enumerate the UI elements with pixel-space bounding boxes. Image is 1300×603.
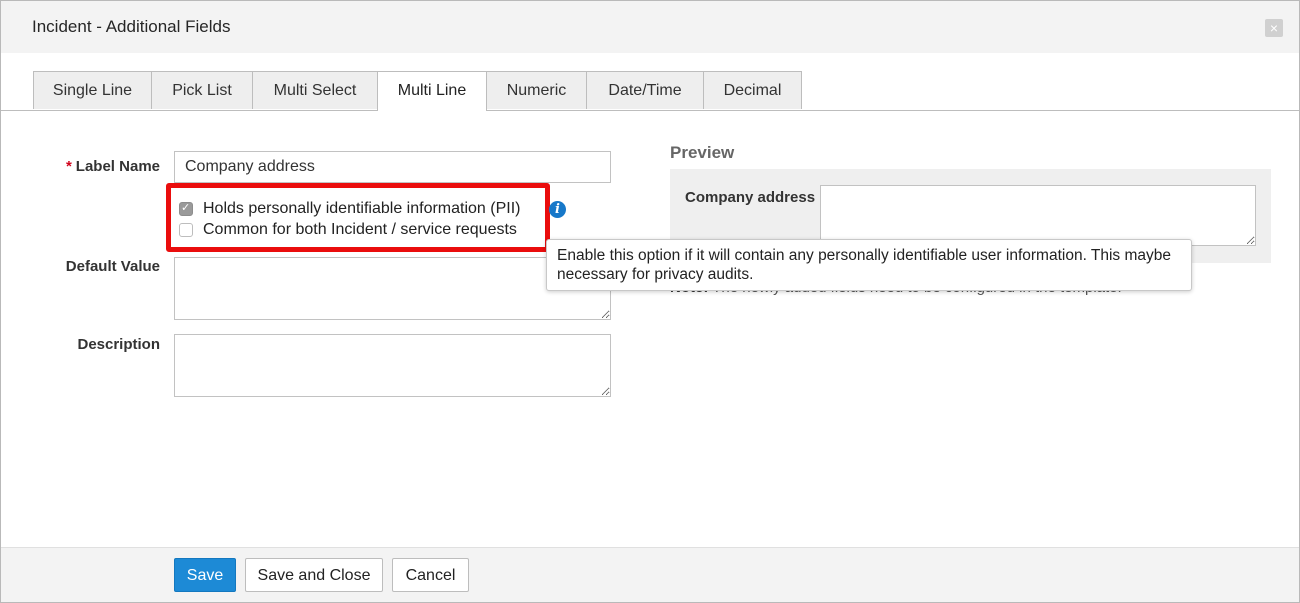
pii-checkbox-label: Holds personally identifiable informatio…: [203, 200, 521, 217]
dialog-titlebar: Incident - Additional Fields ×: [1, 1, 1299, 53]
pii-checkbox[interactable]: [179, 201, 193, 216]
tab-numeric[interactable]: Numeric: [486, 71, 587, 109]
preview-field-textarea[interactable]: [820, 185, 1256, 246]
save-and-close-button[interactable]: Save and Close: [245, 558, 383, 592]
description-textarea[interactable]: [174, 334, 611, 397]
info-icon[interactable]: i: [549, 201, 566, 218]
default-value-label: Default Value: [65, 258, 160, 275]
pii-checkbox-row[interactable]: Holds personally identifiable informatio…: [179, 200, 520, 218]
save-button[interactable]: Save: [174, 558, 236, 592]
tab-multi-select[interactable]: Multi Select: [252, 71, 378, 109]
preview-field-label: Company address: [685, 189, 816, 206]
tab-pick-list[interactable]: Pick List: [151, 71, 253, 109]
dialog-title: Incident - Additional Fields: [32, 17, 231, 36]
pii-tooltip: Enable this option if it will contain an…: [546, 239, 1192, 291]
tab-single-line[interactable]: Single Line: [33, 71, 152, 109]
label-name-text: Label Name: [75, 158, 160, 175]
common-checkbox[interactable]: [179, 223, 193, 237]
preview-heading: Preview: [670, 143, 735, 162]
cancel-button[interactable]: Cancel: [392, 558, 469, 592]
tab-decimal[interactable]: Decimal: [703, 71, 802, 109]
additional-fields-dialog: Incident - Additional Fields × Single Li…: [0, 0, 1300, 603]
field-type-tabs: Single Line Pick List Multi Select Multi…: [1, 71, 1299, 111]
required-marker: *: [65, 158, 72, 175]
description-label: Description: [77, 336, 160, 353]
close-icon[interactable]: ×: [1265, 19, 1283, 37]
common-checkbox-label: Common for both Incident / service reque…: [203, 221, 517, 238]
tab-date-time[interactable]: Date/Time: [586, 71, 704, 109]
label-name-label: * Label Name: [41, 158, 160, 175]
common-checkbox-row[interactable]: Common for both Incident / service reque…: [179, 221, 517, 239]
dialog-footer: Save Save and Close Cancel: [1, 547, 1299, 602]
label-name-input[interactable]: [174, 151, 611, 183]
tab-multi-line[interactable]: Multi Line: [377, 71, 487, 111]
